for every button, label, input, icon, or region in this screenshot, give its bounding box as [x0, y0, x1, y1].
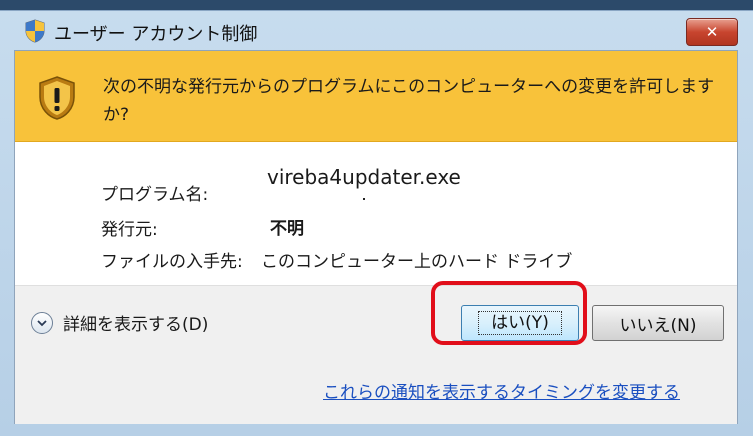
- show-details-toggle[interactable]: 詳細を表示する(D): [31, 310, 208, 335]
- program-name-value: vireba4updater.exe: [267, 165, 461, 189]
- file-origin-value: このコンピューター上のハード ドライブ: [261, 252, 573, 272]
- show-details-label: 詳細を表示する(D): [63, 315, 209, 335]
- uac-shield-icon: [25, 19, 45, 43]
- file-origin-label: ファイルの入手先:: [101, 252, 243, 272]
- no-button[interactable]: いいえ(N): [592, 305, 724, 341]
- warning-shield-icon: [39, 76, 75, 120]
- change-notification-settings-link[interactable]: これらの通知を表示するタイミングを変更する: [323, 378, 680, 403]
- chevron-down-icon: [31, 311, 53, 334]
- program-name-label: プログラム名:: [101, 185, 209, 205]
- window-title: ユーザー アカウント制御: [54, 24, 258, 45]
- no-button-label: いいえ(N): [619, 315, 697, 336]
- yes-button-highlight: [431, 281, 587, 345]
- publisher-label: 発行元:: [101, 220, 158, 240]
- close-icon: ✕: [705, 23, 719, 41]
- dialog-footer: 詳細を表示する(D) はい(Y) いいえ(N) これらの通知を表示するタイミング…: [15, 285, 737, 424]
- dialog-body: 次の不明な発行元からのプログラムにこのコンピューターへの変更を許可しますか? プ…: [14, 50, 738, 424]
- title-bar: ユーザー アカウント制御 ✕: [0, 10, 753, 50]
- warning-banner: 次の不明な発行元からのプログラムにこのコンピューターへの変更を許可しますか?: [15, 51, 737, 142]
- top-edge: [0, 0, 753, 10]
- program-info: プログラム名: vireba4updater.exe 発行元: 不明 ファイルの…: [15, 142, 737, 285]
- stray-dot: [363, 198, 365, 200]
- close-button[interactable]: ✕: [686, 18, 738, 46]
- banner-message: 次の不明な発行元からのプログラムにこのコンピューターへの変更を許可しますか?: [103, 77, 715, 125]
- publisher-value: 不明: [270, 219, 304, 239]
